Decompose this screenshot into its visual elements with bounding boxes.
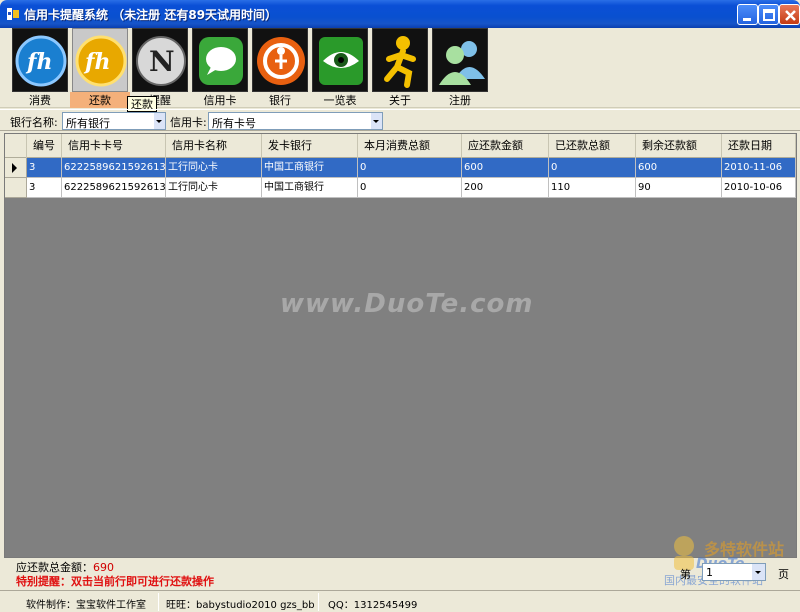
cell-bank: 中国工商银行 xyxy=(262,158,358,178)
cell-card-number: 6222589621592613 xyxy=(62,158,166,178)
column-header[interactable]: 信用卡名称 xyxy=(166,134,262,158)
grid-header: 编号 信用卡卡号 信用卡名称 发卡银行 本月消费总额 应还款金额 已还款总额 剩… xyxy=(5,134,796,158)
chevron-down-icon[interactable] xyxy=(752,564,765,580)
row-selector[interactable] xyxy=(5,178,27,198)
maximize-button[interactable] xyxy=(758,4,779,25)
toolbar-label: 一览表 xyxy=(323,94,357,107)
cell-month-spend: 0 xyxy=(358,178,462,198)
status-divider xyxy=(318,593,319,611)
flash-fh-icon: fh xyxy=(12,28,68,92)
repayment-grid[interactable]: 编号 信用卡卡号 信用卡名称 发卡银行 本月消费总额 应还款金额 已还款总额 剩… xyxy=(4,133,797,558)
cell-id: 3 xyxy=(27,158,62,178)
eye-icon xyxy=(312,28,368,92)
cell-bank: 中国工商银行 xyxy=(262,178,358,198)
cell-card-number: 6222589621592613 xyxy=(62,178,166,198)
cell-month-spend: 0 xyxy=(358,158,462,178)
status-divider xyxy=(158,593,159,611)
status-bar: 软件制作：宝宝软件工作室 旺旺：babystudio2010 gzs_bb QQ… xyxy=(0,590,800,612)
table-row[interactable]: 3 6222589621592613 工行同心卡 中国工商银行 0 200 11… xyxy=(5,178,796,198)
toolbar-button-consume[interactable]: fh 消费 xyxy=(10,28,70,107)
toolbar-button-remind[interactable]: N 提醒 xyxy=(130,28,190,107)
cell-amount-paid: 0 xyxy=(549,158,636,178)
flash-fh-icon: fh xyxy=(72,28,128,92)
cell-due-date: 2010-11-06 xyxy=(722,158,796,178)
toolbar-button-repay[interactable]: fh 还款 xyxy=(70,28,130,108)
close-icon xyxy=(785,10,796,21)
toolbar: fh 消费 fh 还款 N 提醒 信用卡 银行 一览表 关于 注册 xyxy=(0,28,800,108)
maximize-icon xyxy=(763,9,775,21)
toolbar-label: 关于 xyxy=(389,94,411,107)
toolbar-button-about[interactable]: 关于 xyxy=(370,28,430,107)
cell-amount-paid: 110 xyxy=(549,178,636,198)
cell-id: 3 xyxy=(27,178,62,198)
cell-card-name: 工行同心卡 xyxy=(166,178,262,198)
svg-text:fh: fh xyxy=(83,49,110,75)
svg-text:N: N xyxy=(149,45,175,78)
table-row[interactable]: 3 6222589621592613 工行同心卡 中国工商银行 0 600 0 … xyxy=(5,158,796,178)
chat-bubble-icon xyxy=(192,28,248,92)
toolbar-label: 信用卡 xyxy=(203,94,237,107)
bank-filter-value: 所有银行 xyxy=(66,117,110,130)
minimize-icon xyxy=(743,18,751,21)
column-header[interactable]: 已还款总额 xyxy=(549,134,636,158)
toolbar-label: 注册 xyxy=(449,94,471,107)
netscape-n-icon: N xyxy=(132,28,188,92)
cell-remaining: 600 xyxy=(636,158,722,178)
status-author: 软件制作：宝宝软件工作室 xyxy=(26,600,146,611)
bank-filter-label: 银行名称: xyxy=(10,116,58,129)
column-header[interactable]: 发卡银行 xyxy=(262,134,358,158)
svg-text:fh: fh xyxy=(25,49,52,75)
column-header[interactable]: 信用卡卡号 xyxy=(62,134,166,158)
page-value: 1 xyxy=(706,566,713,579)
site-watermark: www.DuoTe.com xyxy=(280,289,534,319)
toolbar-button-overview[interactable]: 一览表 xyxy=(310,28,370,107)
toolbar-label: 消费 xyxy=(29,94,51,107)
toolbar-label: 还款 xyxy=(70,92,130,108)
card-filter-value: 所有卡号 xyxy=(212,117,256,130)
figure-circle-icon xyxy=(252,28,308,92)
cell-remaining: 90 xyxy=(636,178,722,198)
cell-amount-due: 200 xyxy=(462,178,549,198)
status-qq: QQ：1312545499 xyxy=(328,600,418,611)
close-button[interactable] xyxy=(779,4,800,25)
toolbar-button-register[interactable]: 注册 xyxy=(430,28,490,107)
toolbar-button-bank[interactable]: 银行 xyxy=(250,28,310,107)
cell-amount-due: 600 xyxy=(462,158,549,178)
toolbar-button-creditcard[interactable]: 信用卡 xyxy=(190,28,250,107)
row-header-corner xyxy=(5,134,27,158)
chevron-down-icon[interactable] xyxy=(154,113,165,129)
users-icon xyxy=(432,28,488,92)
cell-due-date: 2010-10-06 xyxy=(722,178,796,198)
row-selector[interactable] xyxy=(5,158,27,178)
card-filter-select[interactable]: 所有卡号 xyxy=(208,112,383,130)
column-header[interactable]: 编号 xyxy=(27,134,62,158)
status-wangwang: 旺旺：babystudio2010 gzs_bb xyxy=(166,600,315,611)
page-select[interactable]: 1 xyxy=(702,563,766,581)
hint-text: 特别提醒：双击当前行即可进行还款操作 xyxy=(16,575,214,588)
toolbar-label: 银行 xyxy=(269,94,291,107)
pager-suffix: 页 xyxy=(778,568,789,581)
column-header[interactable]: 本月消费总额 xyxy=(358,134,462,158)
card-filter-label: 信用卡: xyxy=(170,116,207,129)
minimize-button[interactable] xyxy=(737,4,758,25)
column-header[interactable]: 剩余还款额 xyxy=(636,134,722,158)
running-man-icon xyxy=(372,28,428,92)
filter-bar: 银行名称: 所有银行 信用卡: 所有卡号 xyxy=(0,109,800,131)
app-icon xyxy=(7,8,19,20)
bank-filter-select[interactable]: 所有银行 xyxy=(62,112,166,130)
title-bar[interactable]: 信用卡提醒系统 （未注册 还有89天试用时间） xyxy=(0,0,800,28)
pager: 第 1 页 xyxy=(680,563,789,582)
window-title: 信用卡提醒系统 （未注册 还有89天试用时间） xyxy=(24,8,278,22)
chevron-down-icon[interactable] xyxy=(371,113,382,129)
cell-card-name: 工行同心卡 xyxy=(166,158,262,178)
column-header[interactable]: 应还款金额 xyxy=(462,134,549,158)
pager-prefix: 第 xyxy=(680,568,691,581)
column-header[interactable]: 还款日期 xyxy=(722,134,796,158)
